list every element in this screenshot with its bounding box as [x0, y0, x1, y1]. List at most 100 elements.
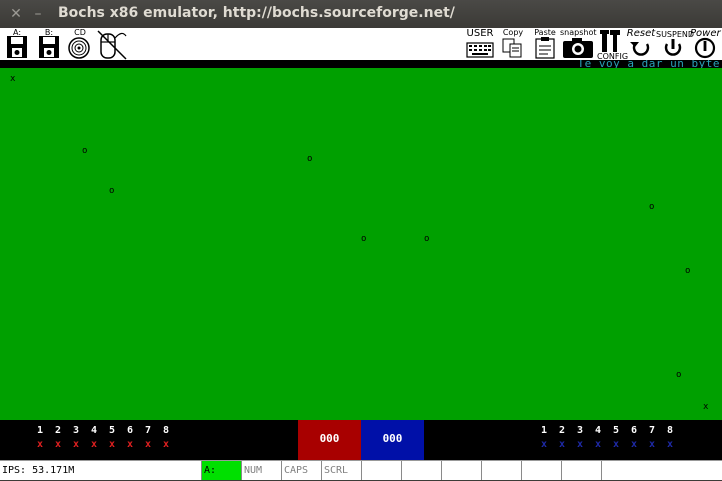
- player-slot: 8x: [665, 424, 675, 452]
- player-status-mark: x: [576, 439, 584, 450]
- player-slot: 1x: [539, 424, 549, 452]
- o-mark: o: [424, 234, 430, 244]
- player-status-mark: x: [90, 439, 98, 450]
- player-slot: 3x: [71, 424, 81, 452]
- player-status-mark: x: [162, 439, 170, 450]
- player-status-mark: x: [72, 439, 80, 450]
- player-number: 5: [108, 425, 116, 436]
- o-mark: o: [82, 146, 88, 156]
- power-button[interactable]: Power: [690, 28, 721, 60]
- snapshot-button[interactable]: snapshot: [560, 28, 597, 60]
- player-number: 1: [36, 425, 44, 436]
- player-status-mark: x: [630, 439, 638, 450]
- minimize-window-button[interactable]: –: [30, 6, 46, 22]
- suspend-icon: [664, 39, 682, 56]
- status-slot: [402, 461, 442, 480]
- player-slot: 6x: [629, 424, 639, 452]
- player-number: 6: [630, 425, 638, 436]
- player-number: 8: [162, 425, 170, 436]
- player-slot: 5x: [107, 424, 117, 452]
- score-bar: 1x2x3x4x5x6x7x8x 000 000 1x2x3x4x5x6x7x8…: [0, 420, 722, 460]
- window-title: Bochs x86 emulator, http://bochs.sourcef…: [58, 5, 455, 21]
- player-slot: 4x: [89, 424, 99, 452]
- guest-status-line: Te voy a dar un byte: [0, 60, 722, 68]
- suspend-button[interactable]: SUSPEND: [656, 28, 694, 60]
- player-status-mark: x: [648, 439, 656, 450]
- player-number: 3: [72, 425, 80, 436]
- player-slot: 7x: [143, 424, 153, 452]
- o-mark: o: [361, 234, 367, 244]
- player-slot: 3x: [575, 424, 585, 452]
- floppy-disk-icon: [39, 36, 59, 58]
- red-score: 000: [298, 420, 361, 460]
- player-number: 4: [90, 425, 98, 436]
- player-slot: 2x: [53, 424, 63, 452]
- ips-indicator: IPS: 53.171M: [0, 461, 202, 480]
- status-slot: [602, 461, 722, 480]
- player-slot: 5x: [611, 424, 621, 452]
- mouse-icon: [97, 30, 127, 60]
- status-slot: [482, 461, 522, 480]
- player-status-mark: x: [144, 439, 152, 450]
- x-mark: x: [703, 402, 709, 412]
- player-slot: 4x: [593, 424, 603, 452]
- player-number: 8: [666, 425, 674, 436]
- player-slot: 7x: [647, 424, 657, 452]
- game-field[interactable]: x o o o o o o o o x: [0, 68, 722, 420]
- player-number: 6: [126, 425, 134, 436]
- status-slot: [442, 461, 482, 480]
- o-mark: o: [685, 266, 691, 276]
- player-status-mark: x: [612, 439, 620, 450]
- num-lock-indicator: NUM: [242, 461, 282, 480]
- mouse-capture-button[interactable]: [96, 28, 130, 60]
- blue-score: 000: [361, 420, 424, 460]
- clipboard-icon: [535, 37, 555, 59]
- player-slot: 6x: [125, 424, 135, 452]
- player-status-mark: x: [594, 439, 602, 450]
- player-number: 7: [144, 425, 152, 436]
- status-slot: [562, 461, 602, 480]
- cdrom-button[interactable]: CD: [66, 28, 94, 60]
- player-number: 5: [612, 425, 620, 436]
- drive-a-indicator: A:: [202, 461, 242, 480]
- power-icon: [694, 37, 716, 59]
- emulator-statusbar: IPS: 53.171M A: NUM CAPS SCRL: [0, 460, 722, 480]
- config-button[interactable]: CONFIG: [597, 28, 628, 61]
- copy-icon: [502, 38, 522, 58]
- paste-button[interactable]: Paste: [531, 28, 559, 60]
- user-button[interactable]: USER: [464, 28, 496, 60]
- scroll-lock-indicator: SCRL: [322, 461, 362, 480]
- player-slot: 1x: [35, 424, 45, 452]
- player-status-mark: x: [54, 439, 62, 450]
- reset-arrow-icon: [630, 42, 650, 56]
- bochs-toolbar: A: B: CD USER Copy Paste snapshot CONFIG…: [0, 28, 722, 61]
- status-slot: [522, 461, 562, 480]
- reset-button[interactable]: Reset: [626, 28, 656, 60]
- player-number: 7: [648, 425, 656, 436]
- caps-lock-indicator: CAPS: [282, 461, 322, 480]
- player-number: 3: [576, 425, 584, 436]
- window-titlebar: ✕ – Bochs x86 emulator, http://bochs.sou…: [0, 0, 722, 28]
- player-slot: 8x: [161, 424, 171, 452]
- floppy-b-button[interactable]: B:: [36, 28, 62, 60]
- player-status-mark: x: [558, 439, 566, 450]
- status-slot: [362, 461, 402, 480]
- floppy-a-button[interactable]: A:: [4, 28, 30, 60]
- x-mark: x: [10, 74, 16, 84]
- player-number: 2: [558, 425, 566, 436]
- o-mark: o: [649, 202, 655, 212]
- keyboard-icon: [466, 42, 494, 58]
- player-status-mark: x: [108, 439, 116, 450]
- floppy-disk-icon: [7, 36, 27, 58]
- cdrom-disc-icon: [68, 37, 90, 59]
- camera-icon: [563, 38, 593, 58]
- player-number: 2: [54, 425, 62, 436]
- player-status-mark: x: [540, 439, 548, 450]
- player-status-mark: x: [36, 439, 44, 450]
- guest-message: Te voy a dar un byte: [577, 60, 720, 68]
- close-window-button[interactable]: ✕: [8, 6, 24, 22]
- player-status-mark: x: [126, 439, 134, 450]
- o-mark: o: [307, 154, 313, 164]
- o-mark: o: [109, 186, 115, 196]
- copy-button[interactable]: Copy: [499, 28, 527, 60]
